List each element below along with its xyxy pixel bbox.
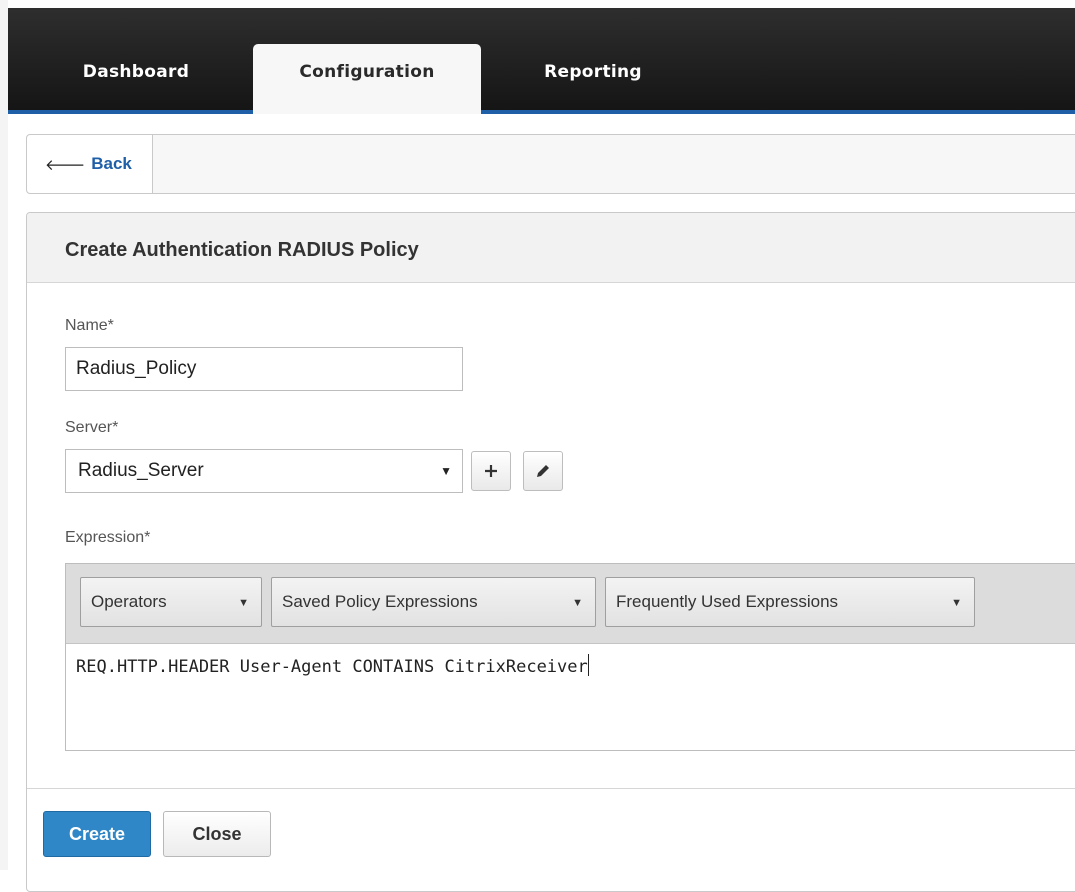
expression-value: REQ.HTTP.HEADER User-Agent CONTAINS Citr… <box>76 657 588 677</box>
tab-dashboard[interactable]: Dashboard <box>56 44 216 110</box>
panel-header: Create Authentication RADIUS Policy <box>27 213 1075 283</box>
edit-server-button[interactable] <box>523 451 563 491</box>
server-select[interactable]: Radius_Server ▼ <box>65 449 463 493</box>
name-label: Name* <box>65 317 114 334</box>
add-server-button[interactable] <box>471 451 511 491</box>
window-edge <box>0 0 8 870</box>
tab-configuration[interactable]: Configuration <box>253 44 481 114</box>
top-navigation: Dashboard Configuration Reporting <box>8 8 1075 114</box>
frequently-used-expressions-label: Frequently Used Expressions <box>616 592 839 611</box>
saved-policy-expressions-dropdown[interactable]: Saved Policy Expressions ▼ <box>271 577 596 627</box>
server-select-value: Radius_Server <box>78 460 204 481</box>
tab-reporting[interactable]: Reporting <box>518 44 668 110</box>
operators-dropdown-label: Operators <box>91 592 167 611</box>
create-button[interactable]: Create <box>43 811 151 857</box>
expression-textarea[interactable]: REQ.HTTP.HEADER User-Agent CONTAINS Citr… <box>76 654 589 677</box>
text-cursor <box>587 654 589 676</box>
frequently-used-expressions-dropdown[interactable]: Frequently Used Expressions ▼ <box>605 577 975 627</box>
name-input[interactable]: Radius_Policy <box>65 347 463 391</box>
plus-icon <box>485 465 497 477</box>
close-button[interactable]: Close <box>163 811 271 857</box>
expression-editor: Operators ▼ Saved Policy Expressions ▼ F… <box>65 563 1075 751</box>
panel-title: Create Authentication RADIUS Policy <box>65 239 419 261</box>
create-policy-panel: Create Authentication RADIUS Policy Name… <box>26 212 1075 892</box>
back-button[interactable]: 🡐 Back <box>27 135 153 193</box>
expression-label: Expression* <box>65 529 151 546</box>
caret-down-icon: ▼ <box>238 597 249 609</box>
back-bar: 🡐 Back <box>26 134 1075 194</box>
arrow-left-icon: 🡐 <box>45 155 86 174</box>
operators-dropdown[interactable]: Operators ▼ <box>80 577 262 627</box>
caret-down-icon: ▼ <box>440 464 452 478</box>
pencil-icon <box>537 465 549 477</box>
expression-toolbar: Operators ▼ Saved Policy Expressions ▼ F… <box>66 564 1075 644</box>
divider <box>27 788 1075 789</box>
caret-down-icon: ▼ <box>951 597 962 609</box>
back-label: Back <box>91 154 132 173</box>
caret-down-icon: ▼ <box>572 597 583 609</box>
saved-policy-expressions-label: Saved Policy Expressions <box>282 592 478 611</box>
server-label: Server* <box>65 419 119 436</box>
